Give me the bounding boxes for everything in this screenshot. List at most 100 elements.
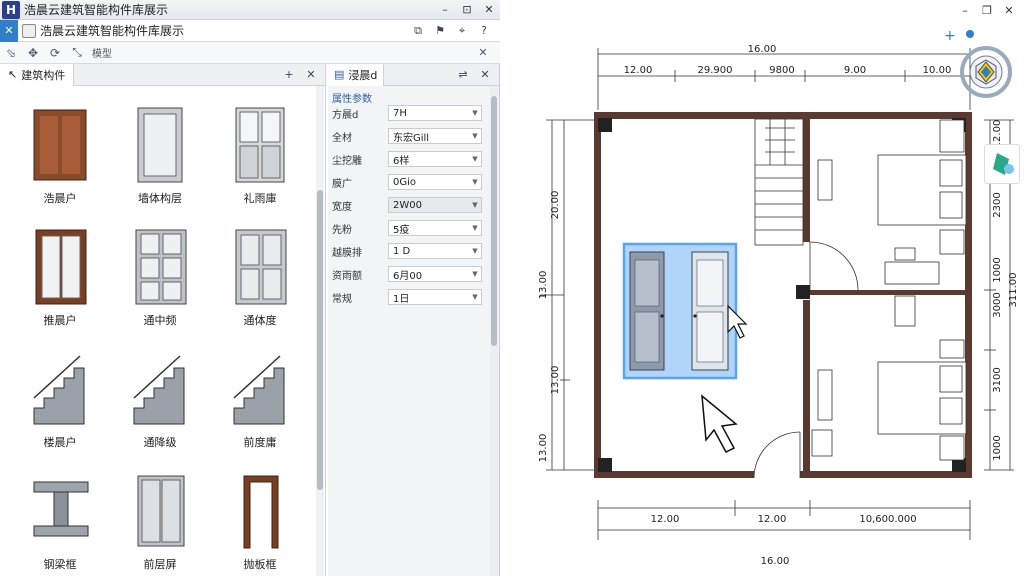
door-frame-icon bbox=[230, 470, 292, 550]
property-value: 东宏Gill bbox=[393, 132, 430, 144]
help-icon[interactable]: ? bbox=[476, 23, 492, 39]
library-item[interactable]: 墙体构层 bbox=[110, 94, 210, 214]
component-library-panel: ↖ 建筑构件 + ✕ 浩晨户 墙体构层 礼雨庫推晨户 通中频 通体度 楼晨户 通降级 前度庸钢… bbox=[0, 63, 326, 576]
chevron-down-icon[interactable]: ▼ bbox=[469, 155, 481, 163]
library-item[interactable]: 楼晨户 bbox=[10, 338, 110, 458]
cabinet-door-icon bbox=[30, 104, 92, 184]
view-cube-icon[interactable] bbox=[958, 44, 1014, 100]
property-key: 宽度 bbox=[332, 201, 352, 213]
layout-icon[interactable]: ⧉ bbox=[410, 23, 426, 39]
property-key: 常规 bbox=[332, 293, 352, 305]
property-key: 越膜排 bbox=[332, 247, 362, 259]
property-value-select[interactable]: 0Gio ▼ bbox=[388, 174, 482, 190]
props-close-icon[interactable]: ✕ bbox=[477, 67, 493, 83]
close-button[interactable]: ✕ bbox=[478, 0, 500, 20]
library-item[interactable]: 抛板框 bbox=[210, 460, 310, 580]
rotate-tool-icon[interactable]: ⟳ bbox=[46, 44, 64, 62]
property-value-select[interactable]: 7H ▼ bbox=[388, 105, 482, 121]
cabinet-icon bbox=[130, 470, 192, 550]
right-dim-2: 2300 bbox=[992, 192, 1003, 217]
property-value-select[interactable]: 6月00 ▼ bbox=[388, 266, 482, 282]
chevron-down-icon[interactable]: ▼ bbox=[469, 178, 481, 186]
library-item[interactable]: 浩晨户 bbox=[10, 94, 110, 214]
document-icon bbox=[22, 23, 36, 38]
minimize-button[interactable]: – bbox=[434, 0, 456, 20]
library-item-label: 浩晨户 bbox=[43, 192, 77, 205]
library-item-label: 钢梁框 bbox=[43, 558, 77, 571]
library-item[interactable]: 通中频 bbox=[110, 216, 210, 336]
flag-icon[interactable]: ⚑ bbox=[432, 23, 448, 39]
chevron-down-icon[interactable]: ▼ bbox=[469, 270, 481, 278]
chevron-down-icon[interactable]: ▼ bbox=[469, 201, 481, 209]
library-item[interactable]: 礼雨庫 bbox=[210, 94, 310, 214]
panel-header: ✕ 浩晨云建筑智能构件库展示 ⧉ ⚑ ⌖ ? bbox=[0, 19, 500, 42]
property-row: 资雨额 6月00 ▼ bbox=[332, 265, 482, 283]
pin-button[interactable]: ⊡ bbox=[456, 0, 478, 20]
property-value-select[interactable]: 2W00 ▼ bbox=[388, 197, 482, 213]
move-tool-icon[interactable]: ✥ bbox=[24, 44, 42, 62]
top-dim-2: 29.900 bbox=[698, 65, 733, 76]
library-item[interactable]: 前层屏 bbox=[110, 460, 210, 580]
property-value-select[interactable]: 1日 ▼ bbox=[388, 289, 482, 305]
left-dim-2: 13.00 bbox=[538, 271, 549, 300]
property-value-select[interactable]: 东宏Gill ▼ bbox=[388, 128, 482, 144]
property-key: 方晨d bbox=[332, 109, 359, 121]
library-scrollbar[interactable] bbox=[316, 86, 324, 576]
property-value: 6样 bbox=[393, 155, 410, 167]
add-icon[interactable]: + bbox=[281, 67, 297, 83]
library-item-label: 墙体构层 bbox=[138, 192, 182, 205]
properties-panel: ▤ 浸晨d ⇌ ✕ 属性参数 方晨d 7H ▼ 全材 东宏Gill ▼ 尘挖雕 6样 ▼ 膜广 0G… bbox=[328, 63, 500, 576]
library-item-label: 礼雨庫 bbox=[243, 192, 277, 205]
chevron-down-icon[interactable]: ▼ bbox=[469, 293, 481, 301]
toolbar: ⬂ ✥ ⟳ ⤡ 模型 ✕ bbox=[0, 42, 500, 64]
property-row: 方晨d 7H ▼ bbox=[332, 104, 482, 122]
top-dim-1: 12.00 bbox=[624, 65, 653, 76]
close-tab-icon[interactable]: ✕ bbox=[303, 67, 319, 83]
library-item[interactable]: 通体度 bbox=[210, 216, 310, 336]
toolbar-close-button[interactable]: ✕ bbox=[474, 44, 492, 62]
scale-tool-icon[interactable]: ⤡ bbox=[68, 44, 86, 62]
bottom-dim-2: 12.00 bbox=[758, 514, 787, 525]
panel-door-icon bbox=[130, 226, 192, 306]
library-item-label: 通中频 bbox=[143, 314, 177, 327]
bottom-dim-3: 10,600.000 bbox=[859, 514, 916, 525]
bottom-overall-dim: 16.00 bbox=[761, 556, 790, 567]
select-tool-icon[interactable]: ⬂ bbox=[2, 44, 20, 62]
add-view-icon[interactable]: + bbox=[944, 28, 956, 44]
property-value-select[interactable]: 5疫 ▼ bbox=[388, 220, 482, 236]
bed-upper bbox=[817, 119, 967, 327]
panel-close-button[interactable]: ✕ bbox=[0, 19, 18, 42]
library-item[interactable]: 通降级 bbox=[110, 338, 210, 458]
library-item[interactable]: 推晨户 bbox=[10, 216, 110, 336]
property-value: 1 D bbox=[393, 245, 411, 257]
selected-door[interactable] bbox=[622, 242, 738, 380]
property-key: 尘挖雕 bbox=[332, 155, 362, 167]
tab-label: 建筑构件 bbox=[21, 68, 66, 82]
property-value-select[interactable]: 1 D ▼ bbox=[388, 243, 482, 259]
chevron-down-icon[interactable]: ▼ bbox=[469, 132, 481, 140]
floor-plan-canvas[interactable]: 16.00 12.00 29.900 9800 9.00 10.00 12.00… bbox=[500, 0, 1024, 576]
component-grid: 浩晨户 墙体构层 礼雨庫 推晨户 通中频 通体度 楼晨户 通降级 前度庸 钢梁框 前层屏 抛板框 bbox=[0, 86, 314, 576]
tab-properties[interactable]: ▤ 浸晨d bbox=[328, 63, 385, 86]
property-row: 先粉 5疫 ▼ bbox=[332, 219, 482, 237]
props-pin-icon[interactable]: ⇌ bbox=[455, 67, 471, 83]
library-item[interactable]: 前度庸 bbox=[210, 338, 310, 458]
property-value-select[interactable]: 6样 ▼ bbox=[388, 151, 482, 167]
chevron-down-icon[interactable]: ▼ bbox=[469, 109, 481, 117]
view-dot-icon[interactable] bbox=[966, 30, 974, 38]
tab-building-components[interactable]: ↖ 建筑构件 bbox=[0, 63, 75, 86]
drag-cursor-icon bbox=[701, 394, 738, 453]
side-tool-panel[interactable] bbox=[984, 144, 1020, 184]
app-window: H 浩晨云建筑智能构件库展示 – ⊡ ✕ ✕ 浩晨云建筑智能构件库展示 ⧉ ⚑ … bbox=[0, 0, 1024, 576]
library-item[interactable]: 钢梁框 bbox=[10, 460, 110, 580]
properties-scrollbar[interactable] bbox=[490, 86, 498, 576]
property-value: 5疫 bbox=[393, 224, 410, 236]
left-dim-1: 20.00 bbox=[550, 191, 561, 220]
pin-icon[interactable]: ⌖ bbox=[454, 23, 470, 39]
stair-icon bbox=[130, 348, 192, 428]
glass-double-door-icon bbox=[230, 104, 292, 184]
cursor-icon: ↖ bbox=[8, 68, 18, 81]
double-door-icon bbox=[230, 226, 292, 306]
chevron-down-icon[interactable]: ▼ bbox=[469, 224, 481, 232]
chevron-down-icon[interactable]: ▼ bbox=[469, 247, 481, 255]
